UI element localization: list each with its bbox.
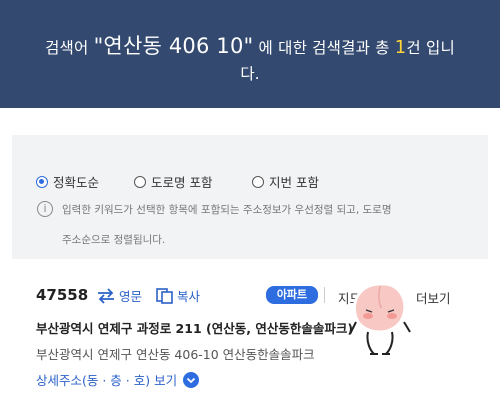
sort-notice-line2: 주소순으로 정렬됩니다. — [62, 234, 166, 246]
more-link[interactable]: 더보기 — [416, 288, 451, 307]
english-label: 영문 — [119, 289, 143, 304]
peach-character-icon — [349, 282, 411, 355]
radio-jibun[interactable]: 지번 포함 — [252, 172, 319, 191]
summary-line2: 다. — [240, 65, 260, 83]
divider — [324, 287, 325, 303]
radio-accuracy[interactable]: 정확도순 — [36, 172, 99, 191]
result-count: 1 — [394, 37, 407, 58]
search-summary: 검색어 "연산동 406 10" 에 대한 검색결과 총 1건 입니 — [0, 30, 500, 60]
radio-selected-icon — [36, 175, 48, 188]
info-icon: i — [37, 201, 53, 217]
radio-label: 지번 포함 — [269, 175, 319, 190]
radio-label: 정확도순 — [53, 175, 100, 190]
chevron-down-icon — [183, 371, 200, 388]
summary-prefix: 검색어 — [45, 39, 94, 57]
zipcode: 47558 — [36, 286, 89, 304]
copy-icon — [156, 287, 173, 304]
search-result-header: 검색어 "연산동 406 10" 에 대한 검색결과 총 1건 입니 다. — [0, 0, 500, 108]
radio-label: 도로명 포함 — [151, 175, 213, 190]
detail-label: 상세주소(동 · 층 · 호) 보기 — [36, 373, 178, 388]
english-address-button[interactable]: 영문 — [96, 286, 142, 305]
jibun-address: 부산광역시 연제구 연산동 406-10 연산동한솔솔파크 — [36, 347, 315, 362]
road-address: 부산광역시 연제구 과정로 211 (연산동, 연산동한솔솔파크) — [36, 321, 354, 336]
swap-icon — [98, 287, 114, 304]
apartment-badge: 아파트 — [266, 286, 318, 304]
copy-label: 복사 — [177, 289, 201, 304]
sort-notice-line1: 입력한 키워드가 선택한 항목에 포함되는 주소정보가 우선정렬 되고, 도로명 — [62, 204, 392, 216]
radio-road-name[interactable]: 도로명 포함 — [134, 172, 212, 191]
radio-icon — [134, 175, 146, 188]
copy-button[interactable]: 복사 — [156, 286, 200, 305]
search-query: "연산동 406 10" — [93, 34, 254, 58]
detail-address-toggle[interactable]: 상세주소(동 · 층 · 호) 보기 — [36, 370, 200, 389]
summary-suffix: 건 입니 — [406, 39, 455, 57]
summary-middle: 에 대한 검색결과 총 — [253, 39, 395, 57]
radio-icon — [252, 175, 264, 188]
